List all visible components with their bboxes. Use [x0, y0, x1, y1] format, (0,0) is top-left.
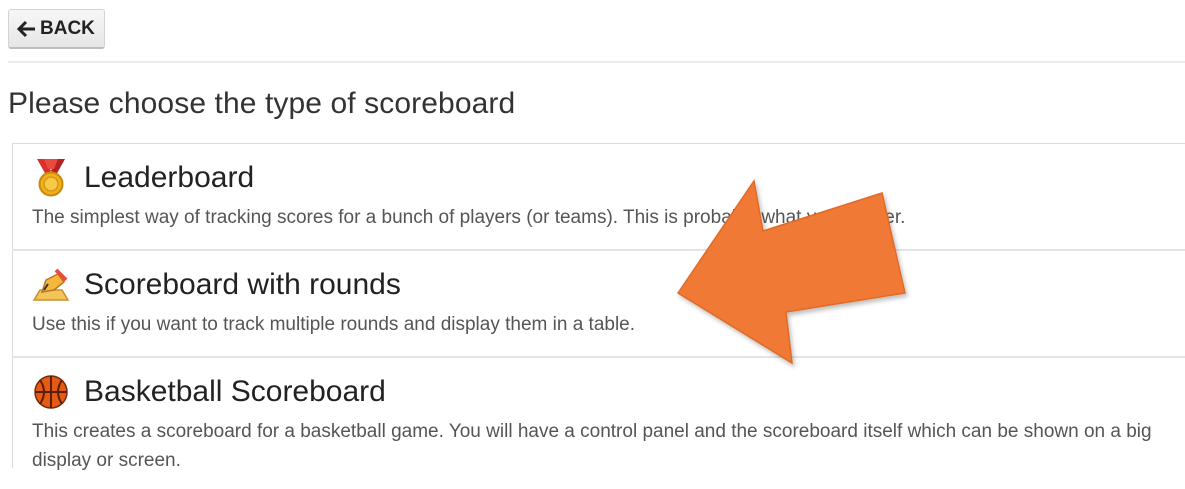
header-divider: [8, 61, 1185, 63]
option-header: Leaderboard: [32, 158, 1185, 198]
scoreboard-type-list: Leaderboard The simplest way of tracking…: [12, 143, 1185, 471]
page-title: Please choose the type of scoreboard: [8, 87, 516, 120]
back-button[interactable]: BACK: [8, 9, 105, 49]
option-scoreboard-with-rounds[interactable]: Scoreboard with rounds Use this if you w…: [12, 251, 1185, 358]
option-header: Basketball Scoreboard: [32, 372, 1185, 412]
option-description: Use this if you want to track multiple r…: [32, 314, 636, 335]
back-button-label: BACK: [40, 17, 95, 39]
writing-hand-icon: [32, 266, 70, 304]
scoreboard-type-page: BACK Please choose the type of scoreboar…: [0, 0, 1185, 489]
option-title: Basketball Scoreboard: [84, 375, 386, 408]
option-title: Leaderboard: [84, 161, 255, 194]
option-description: The simplest way of tracking scores for …: [32, 207, 906, 228]
medal-icon: [32, 159, 70, 197]
arrow-left-icon: [17, 19, 37, 39]
option-header: Scoreboard with rounds: [32, 265, 1185, 305]
basketball-icon: [32, 373, 70, 411]
option-basketball-scoreboard[interactable]: Basketball Scoreboard This creates a sco…: [12, 358, 1185, 471]
option-description: This creates a scoreboard for a basketba…: [32, 421, 1152, 471]
option-title: Scoreboard with rounds: [84, 268, 401, 301]
option-leaderboard[interactable]: Leaderboard The simplest way of tracking…: [12, 144, 1185, 251]
